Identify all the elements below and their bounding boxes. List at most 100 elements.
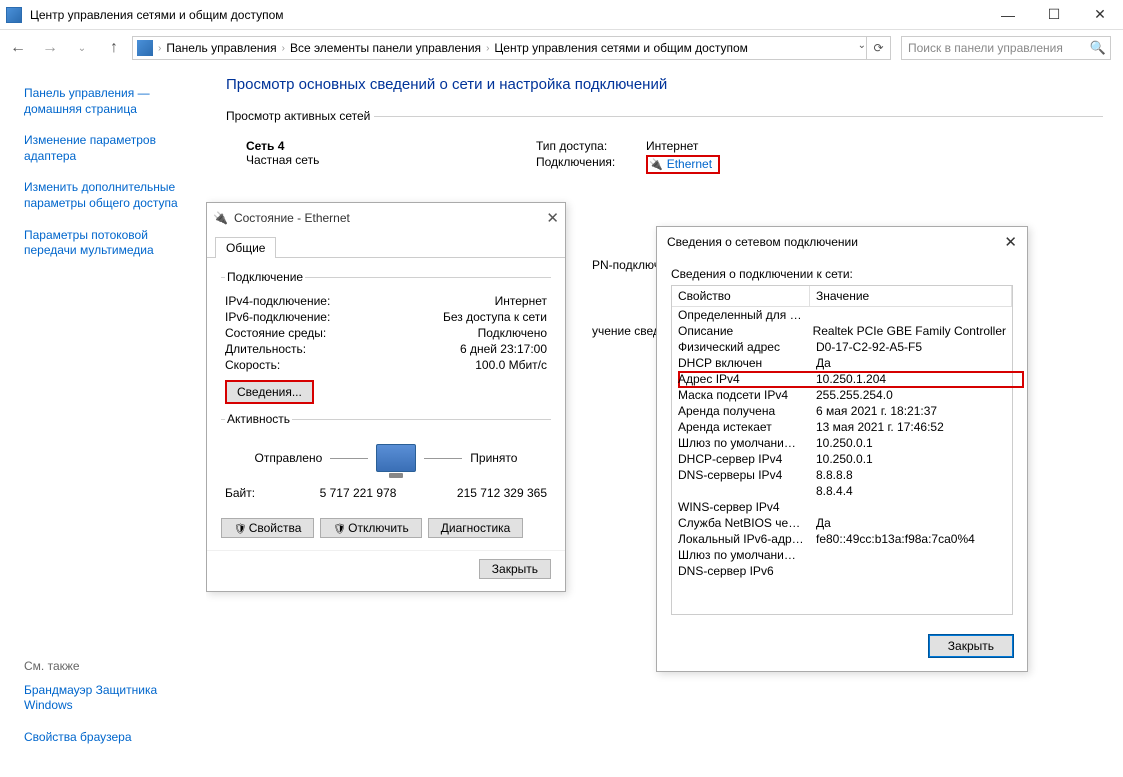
- details-row[interactable]: DHCP включенДа: [672, 355, 1012, 371]
- refresh-button[interactable]: ⟳: [866, 37, 890, 59]
- page-title: Просмотр основных сведений о сети и наст…: [226, 76, 1103, 93]
- maximize-button[interactable]: ☐: [1031, 0, 1077, 30]
- address-bar[interactable]: › Панель управления › Все элементы панел…: [132, 36, 891, 60]
- value-cell: fe80::49cc:b13a:f98a:7ca0%4: [810, 531, 1012, 547]
- property-cell: DNS-сервер IPv6: [672, 563, 810, 579]
- value-cell: 8.8.4.4: [810, 483, 1012, 499]
- disable-button[interactable]: 🛡Отключить: [320, 518, 421, 538]
- details-row[interactable]: Маска подсети IPv4255.255.254.0: [672, 387, 1012, 403]
- details-row[interactable]: Определенный для по...: [672, 307, 1012, 323]
- see-also-browser[interactable]: Свойства браузера: [24, 730, 196, 746]
- details-row[interactable]: Аренда получена6 мая 2021 г. 18:21:37: [672, 403, 1012, 419]
- speed-label: Скорость:: [225, 358, 475, 372]
- bytes-label: Байт:: [225, 486, 295, 500]
- address-dropdown-icon[interactable]: ⌄: [858, 40, 866, 51]
- col-value[interactable]: Значение: [810, 286, 1012, 307]
- shield-icon: 🛡: [234, 524, 247, 535]
- search-input[interactable]: Поиск в панели управления 🔍: [901, 36, 1111, 60]
- navbar: ← → ⌄ ↑ › Панель управления › Все элемен…: [0, 30, 1123, 66]
- diagnose-button[interactable]: Диагностика: [428, 518, 524, 538]
- sidebar-item-media[interactable]: Параметры потоковой передачи мультимедиа: [24, 228, 196, 259]
- content-area: Просмотр основных сведений о сети и наст…: [206, 66, 1123, 777]
- details-row[interactable]: ОписаниеRealtek PCIe GBE Family Controll…: [672, 323, 1012, 339]
- ethernet-icon: 🔌: [213, 211, 228, 225]
- details-row[interactable]: Адрес IPv410.250.1.204: [672, 371, 1012, 387]
- details-row[interactable]: Шлюз по умолчанию IP...10.250.0.1: [672, 435, 1012, 451]
- property-cell: Адрес IPv4: [672, 371, 810, 387]
- property-cell: Определенный для по...: [672, 307, 810, 323]
- sent-label: Отправлено: [255, 451, 323, 465]
- up-button[interactable]: ↑: [100, 34, 128, 62]
- bytes-sent: 5 717 221 978: [295, 486, 421, 500]
- details-row[interactable]: DNS-серверы IPv48.8.8.8: [672, 467, 1012, 483]
- details-row[interactable]: Служба NetBIOS через...Да: [672, 515, 1012, 531]
- status-close-button[interactable]: ✕: [529, 209, 559, 227]
- details-button[interactable]: Сведения...: [225, 380, 314, 404]
- status-close-btn[interactable]: Закрыть: [479, 559, 551, 579]
- window-title: Центр управления сетями и общим доступом: [30, 8, 985, 22]
- connections-label: Подключения:: [536, 155, 646, 174]
- access-value: Интернет: [646, 139, 698, 153]
- value-cell: [810, 547, 1012, 563]
- property-cell: Описание: [672, 323, 807, 339]
- breadcrumb-3[interactable]: Центр управления сетями и общим доступом: [494, 41, 748, 55]
- properties-button[interactable]: 🛡Свойства: [221, 518, 314, 538]
- details-row[interactable]: DHCP-сервер IPv410.250.0.1: [672, 451, 1012, 467]
- history-dropdown-icon[interactable]: ⌄: [68, 34, 96, 62]
- details-row[interactable]: Физический адресD0-17-C2-92-A5-F5: [672, 339, 1012, 355]
- sidebar-item-sharing[interactable]: Изменить дополнительные параметры общего…: [24, 180, 196, 211]
- details-row[interactable]: 8.8.4.4: [672, 483, 1012, 499]
- see-also-title: См. также: [24, 659, 196, 673]
- received-label: Принято: [470, 451, 517, 465]
- details-close-btn[interactable]: Закрыть: [929, 635, 1013, 657]
- see-also-firewall[interactable]: Брандмауэр Защитника Windows: [24, 683, 196, 714]
- breadcrumb-1[interactable]: Панель управления: [166, 41, 276, 55]
- status-dialog: 🔌 Состояние - Ethernet ✕ Общие Подключен…: [206, 202, 566, 592]
- col-property[interactable]: Свойство: [672, 286, 810, 307]
- close-button[interactable]: ✕: [1077, 0, 1123, 30]
- property-cell: WINS-сервер IPv4: [672, 499, 810, 515]
- property-cell: DNS-серверы IPv4: [672, 467, 810, 483]
- property-cell: Локальный IPv6-адрес...: [672, 531, 810, 547]
- details-close-button[interactable]: ✕: [1004, 233, 1017, 251]
- value-cell: [810, 499, 1012, 515]
- details-row[interactable]: WINS-сервер IPv4: [672, 499, 1012, 515]
- property-cell: Физический адрес: [672, 339, 810, 355]
- property-cell: [672, 483, 810, 499]
- bytes-recv: 215 712 329 365: [421, 486, 547, 500]
- details-row[interactable]: Аренда истекает13 мая 2021 г. 17:46:52: [672, 419, 1012, 435]
- value-cell: Да: [810, 515, 1012, 531]
- details-grid[interactable]: Свойство Значение Определенный для по...…: [671, 285, 1013, 615]
- sidebar-item-home[interactable]: Панель управления — домашняя страница: [24, 86, 196, 117]
- details-dialog-title: Сведения о сетевом подключении: [667, 235, 1004, 249]
- sidebar-item-adapter[interactable]: Изменение параметров адаптера: [24, 133, 196, 164]
- property-cell: Шлюз по умолчанию IP...: [672, 435, 810, 451]
- minimize-button[interactable]: —: [985, 0, 1031, 30]
- ethernet-link[interactable]: 🔌 Ethernet: [646, 155, 720, 174]
- network-type: Частная сеть: [246, 153, 536, 167]
- value-cell: 10.250.0.1: [810, 435, 1012, 451]
- app-icon: [6, 7, 22, 23]
- network-block: Сеть 4 Частная сеть Тип доступа: Интерне…: [226, 131, 1103, 184]
- breadcrumb-sep: ›: [158, 43, 161, 54]
- property-cell: DHCP-сервер IPv4: [672, 451, 810, 467]
- ethernet-icon: 🔌: [649, 158, 663, 171]
- value-cell: [810, 307, 1012, 323]
- property-cell: Маска подсети IPv4: [672, 387, 810, 403]
- forward-button[interactable]: →: [36, 34, 64, 62]
- computer-icon: [376, 444, 416, 472]
- ipv6-label: IPv6-подключение:: [225, 310, 443, 324]
- search-icon: 🔍: [1090, 40, 1106, 56]
- property-cell: Аренда истекает: [672, 419, 810, 435]
- details-row[interactable]: Шлюз по умолчанию IP...: [672, 547, 1012, 563]
- status-dialog-title: Состояние - Ethernet: [234, 211, 529, 225]
- back-button[interactable]: ←: [4, 34, 32, 62]
- value-cell: 10.250.0.1: [810, 451, 1012, 467]
- breadcrumb-2[interactable]: Все элементы панели управления: [290, 41, 481, 55]
- value-cell: Realtek PCIe GBE Family Controller: [807, 323, 1012, 339]
- details-row[interactable]: Локальный IPv6-адрес...fe80::49cc:b13a:f…: [672, 531, 1012, 547]
- ipv6-value: Без доступа к сети: [443, 310, 547, 324]
- active-networks-heading: Просмотр активных сетей: [226, 109, 1103, 123]
- tab-general[interactable]: Общие: [215, 237, 276, 258]
- details-row[interactable]: DNS-сервер IPv6: [672, 563, 1012, 579]
